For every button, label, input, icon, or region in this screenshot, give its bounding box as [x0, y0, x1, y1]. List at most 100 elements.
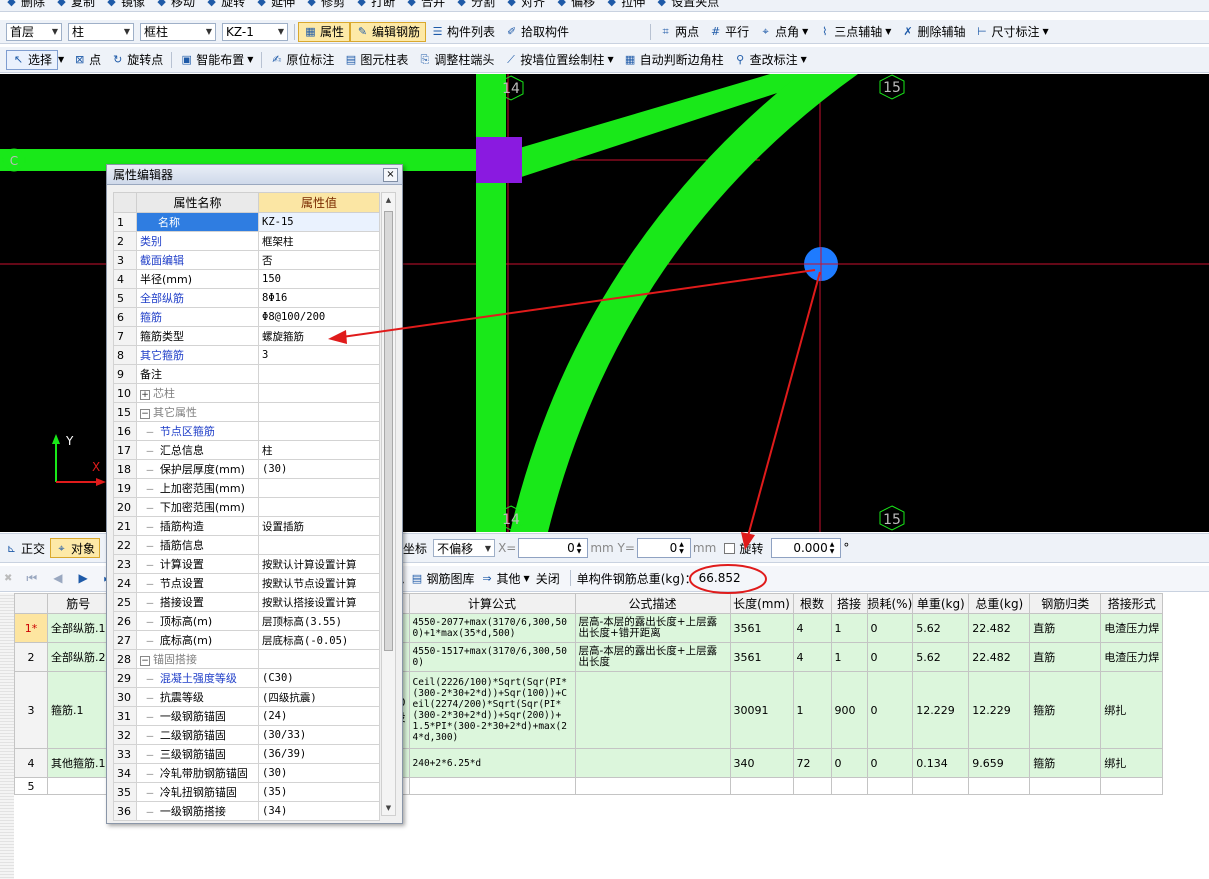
three-point-axis-button[interactable]: ⌇ 三点辅轴 ▼: [813, 22, 896, 42]
column-table-button[interactable]: ▤ 图元柱表: [339, 50, 413, 70]
property-row[interactable]: 28− 锚固搭接: [113, 649, 380, 669]
category[interactable]: [1029, 777, 1102, 795]
rebar-library-button[interactable]: ▤ 钢筋图库: [411, 570, 475, 587]
col-formula[interactable]: 计算公式: [408, 593, 576, 614]
lap-type[interactable]: 绑扎: [1100, 748, 1164, 778]
col-lap-type[interactable]: 搭接形式: [1100, 593, 1164, 614]
collapse-icon[interactable]: −: [140, 656, 150, 666]
property-value[interactable]: 3: [258, 345, 380, 365]
bar-no[interactable]: 其他箍筋.1: [47, 748, 110, 778]
trim-button[interactable]: ◆ 修剪: [300, 0, 350, 11]
category[interactable]: 箍筋: [1029, 671, 1102, 749]
close-icon[interactable]: ×: [383, 167, 398, 182]
first-record-icon[interactable]: ⏮: [26, 571, 37, 586]
property-row[interactable]: 25 — 搭接设置 按默认搭接设置计算: [113, 592, 380, 612]
property-row[interactable]: 27 — 底标高(m) 层底标高(-0.05): [113, 630, 380, 650]
property-row[interactable]: 7 箍筋类型 螺旋箍筋: [113, 326, 380, 346]
move-button[interactable]: ◆ 移动: [150, 0, 200, 11]
count[interactable]: 72: [792, 748, 832, 778]
property-row[interactable]: 32 — 二级钢筋锚固 (30/33): [113, 725, 380, 745]
collapse-icon[interactable]: −: [140, 409, 150, 419]
rotate-point-button[interactable]: ↻ 旋转点: [106, 50, 168, 70]
property-value[interactable]: KZ-15: [258, 212, 380, 232]
property-value[interactable]: Φ8@100/200: [258, 307, 380, 327]
loss[interactable]: 0: [866, 642, 914, 672]
loss[interactable]: 0: [866, 613, 914, 643]
property-value[interactable]: [258, 649, 380, 669]
col-loss[interactable]: 损耗(%): [866, 593, 914, 614]
ortho-button[interactable]: ⊾ 正交: [0, 540, 50, 557]
total-weight[interactable]: 22.482: [968, 613, 1031, 643]
formula[interactable]: Ceil(2226/100)*Sqrt(Sqr(PI*(300-2*30+2*d…: [408, 671, 576, 749]
formula[interactable]: 4550-1517+max(3170/6,300,500): [408, 642, 576, 672]
bar-no[interactable]: 箍筋.1: [47, 671, 110, 749]
property-row[interactable]: 15− 其它属性: [113, 402, 380, 422]
property-row[interactable]: 22 — 插筋信息: [113, 535, 380, 555]
property-row[interactable]: 30 — 抗震等级 (四级抗震): [113, 687, 380, 707]
col-count[interactable]: 根数: [792, 593, 832, 614]
property-row[interactable]: 8 其它箍筋 3: [113, 345, 380, 365]
unit-weight[interactable]: 5.62: [912, 642, 970, 672]
property-value[interactable]: (四级抗震): [258, 687, 380, 707]
unit-weight[interactable]: [912, 777, 970, 795]
property-row[interactable]: 36 — 一级钢筋搭接 (34): [113, 801, 380, 821]
category[interactable]: 直筋: [1029, 642, 1102, 672]
next-record-icon[interactable]: ▶: [78, 571, 87, 585]
select-button[interactable]: ↖ 选择: [6, 49, 59, 70]
category-select[interactable]: 柱 ▼: [68, 22, 134, 41]
col-total-weight[interactable]: 总重(kg): [968, 593, 1031, 614]
col-length[interactable]: 长度(mm): [729, 593, 794, 614]
bar-no[interactable]: 全部纵筋.2: [47, 642, 110, 672]
property-value[interactable]: (24): [258, 706, 380, 726]
property-value[interactable]: (35): [258, 782, 380, 802]
formula[interactable]: 4550-2077+max(3170/6,300,500)+1*max(35*d…: [408, 613, 576, 643]
origin-label-button[interactable]: ✍ 原位标注: [265, 50, 339, 70]
y-input[interactable]: 0 ▲ ▼: [636, 538, 691, 558]
count[interactable]: 1: [792, 671, 832, 749]
scroll-thumb[interactable]: [384, 211, 393, 651]
property-row[interactable]: 19 — 上加密范围(mm): [113, 478, 380, 498]
point-angle-button[interactable]: ⌖ 点角 ▼: [754, 22, 813, 42]
formula[interactable]: [408, 777, 576, 795]
offset-button[interactable]: ◆ 偏移: [550, 0, 600, 11]
auto-corner-button[interactable]: ▦ 自动判断边角柱: [619, 50, 729, 70]
property-value[interactable]: 柱: [258, 440, 380, 460]
unit-weight[interactable]: 5.62: [912, 613, 970, 643]
property-row[interactable]: 31 — 一级钢筋锚固 (24): [113, 706, 380, 726]
delete-button[interactable]: ◆ 删除: [0, 0, 50, 11]
property-value[interactable]: 螺旋箍筋: [258, 326, 380, 346]
property-value[interactable]: 否: [258, 250, 380, 270]
formula-description[interactable]: 层高-本层的露出长度+上层露出长度: [574, 642, 731, 672]
property-row[interactable]: 17 — 汇总信息柱: [113, 440, 380, 460]
lap-type[interactable]: 绑扎: [1100, 671, 1164, 749]
split-button[interactable]: ◆ 分割: [450, 0, 500, 11]
category[interactable]: 直筋: [1029, 613, 1102, 643]
rotate-checkbox[interactable]: [724, 542, 736, 554]
property-value[interactable]: [258, 383, 380, 403]
offset-select[interactable]: 不偏移 ▼: [433, 539, 496, 557]
point-button[interactable]: ⊠ 点: [68, 50, 106, 70]
loss[interactable]: [866, 777, 914, 795]
unit-weight[interactable]: 0.134: [912, 748, 970, 778]
formula-description[interactable]: 层高-本层的露出长度+上层露出长度+错开距离: [574, 613, 731, 643]
scroll-up-icon[interactable]: ▲: [382, 193, 395, 207]
stretch-button[interactable]: ◆ 拉伸: [600, 0, 650, 11]
property-row[interactable]: 2 类别 框架柱: [113, 231, 380, 251]
smart-layout-button[interactable]: ▣ 智能布置 ▼: [175, 50, 258, 70]
property-row[interactable]: 24 — 节点设置 按默认节点设置计算: [113, 573, 380, 593]
property-value[interactable]: [258, 497, 380, 517]
pick-component-button[interactable]: ✐ 拾取构件: [500, 22, 574, 42]
property-row[interactable]: 9 备注: [113, 364, 380, 384]
adjust-end-button[interactable]: ⎘ 调整柱端头: [413, 50, 499, 70]
merge-button[interactable]: ◆ 合并: [400, 0, 450, 11]
other-button[interactable]: ⇒ 其他 ▼: [481, 570, 529, 587]
col-unit-weight[interactable]: 单重(kg): [912, 593, 970, 614]
component-select[interactable]: KZ-1 ▼: [222, 22, 288, 41]
property-value[interactable]: (36/39): [258, 744, 380, 764]
property-row[interactable]: 10 + 芯柱: [113, 383, 380, 403]
type-select[interactable]: 框柱 ▼: [140, 22, 216, 41]
property-value[interactable]: [258, 364, 380, 384]
property-value[interactable]: (34): [258, 801, 380, 821]
total-weight[interactable]: [968, 777, 1031, 795]
category[interactable]: 箍筋: [1029, 748, 1102, 778]
